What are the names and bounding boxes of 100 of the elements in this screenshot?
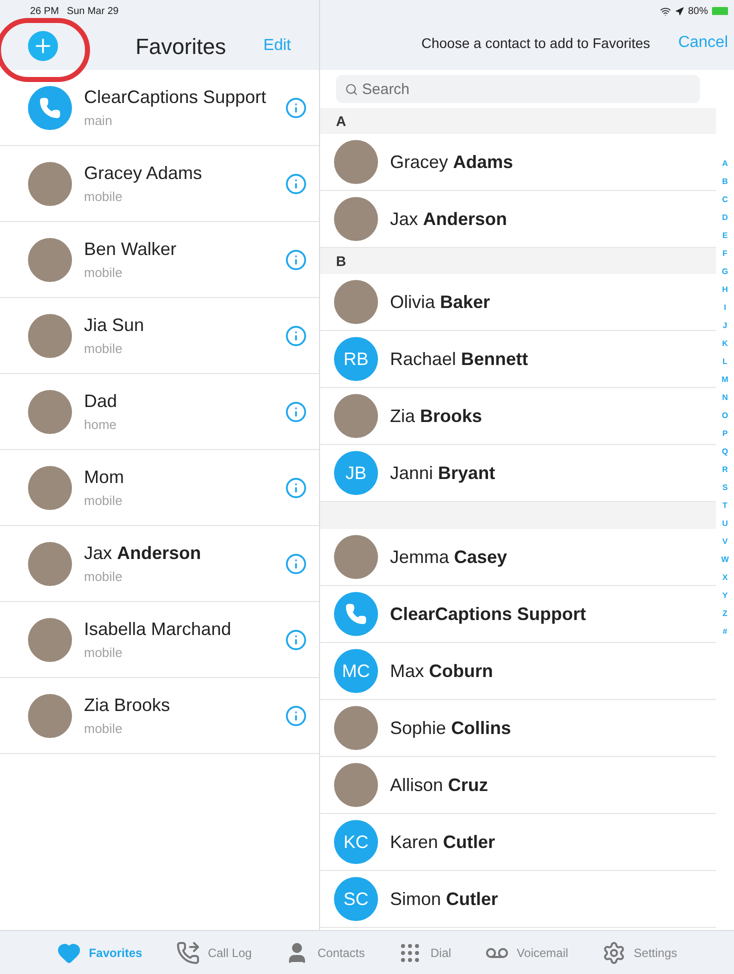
contact-detail: mobile (84, 340, 124, 358)
photo-placeholder (334, 763, 378, 807)
contact-detail: home (84, 416, 118, 434)
info-button[interactable] (285, 248, 307, 270)
info-button[interactable] (285, 476, 307, 498)
contact-row[interactable]: Sophie Collins (320, 700, 716, 757)
contact-row[interactable]: ClearCaptions Support (320, 586, 716, 643)
favorite-row[interactable]: Jia Sun mobile (0, 298, 319, 374)
favorite-row[interactable]: Isabella Marchand mobile (0, 602, 319, 678)
contact-detail: mobile (84, 644, 124, 662)
photo-placeholder (334, 535, 378, 579)
status-time: 26 PM (30, 4, 59, 18)
photo-placeholder (334, 394, 378, 438)
contact-name: Sophie Collins (390, 716, 512, 740)
contact-detail: mobile (84, 568, 124, 586)
contact-row[interactable]: Jemma Casey (320, 529, 716, 586)
contact-row[interactable]: Gracey Adams (320, 134, 716, 191)
initials-avatar: MC (334, 649, 378, 693)
index-letter[interactable]: G (722, 268, 728, 276)
contact-detail: mobile (84, 492, 124, 510)
contact-row[interactable]: SC Simon Cutler (320, 871, 716, 928)
index-letter[interactable]: C (722, 196, 728, 204)
favorite-row[interactable]: Ben Walker mobile (0, 222, 319, 298)
info-button[interactable] (285, 628, 307, 650)
phone-arrows-icon (176, 940, 200, 964)
contact-row[interactable]: Zia Brooks (320, 388, 716, 445)
index-letter[interactable]: Y (722, 592, 728, 600)
info-button[interactable] (285, 552, 307, 574)
index-letter[interactable]: E (722, 232, 728, 240)
add-button[interactable] (28, 31, 58, 61)
tab-button[interactable]: Call Log (176, 940, 252, 964)
favorite-row[interactable]: Jax Anderson mobile (0, 526, 319, 602)
search-field[interactable]: Search (336, 75, 700, 103)
photo-placeholder (28, 162, 72, 206)
favorite-row[interactable]: Zia Brooks mobile (0, 678, 319, 754)
info-button[interactable] (285, 324, 307, 346)
settings-icon (602, 940, 626, 964)
index-letter[interactable]: # (722, 628, 728, 636)
cancel-button[interactable]: Cancel (678, 31, 728, 55)
index-letter[interactable]: L (722, 358, 728, 366)
tab-button[interactable]: Settings (602, 940, 678, 964)
index-letter[interactable]: M (722, 376, 728, 384)
favorite-row[interactable]: ClearCaptions Support main (0, 70, 319, 146)
index-letter[interactable]: T (722, 502, 728, 510)
index-letter[interactable]: I (724, 304, 726, 312)
index-letter[interactable]: Q (722, 448, 728, 456)
tab-button[interactable]: Voicemail (484, 940, 568, 964)
picker-prompt: Choose a contact to add to Favorites (421, 34, 650, 52)
contact-name: Dad (84, 390, 118, 414)
index-letter[interactable]: A (722, 160, 728, 168)
contact-name: Mom (84, 466, 125, 490)
photo-placeholder (334, 706, 378, 750)
section-header: B (320, 248, 716, 274)
photo-placeholder (28, 542, 72, 586)
index-letter[interactable]: S (722, 484, 728, 492)
contact-name: Janni Bryant (390, 462, 496, 485)
contact-name: Jax Anderson (390, 208, 508, 230)
contact-detail: mobile (84, 188, 124, 206)
info-button[interactable] (285, 172, 307, 194)
info-button[interactable] (285, 400, 307, 422)
contact-name: Gracey Adams (84, 162, 204, 186)
index-letter[interactable]: H (722, 286, 728, 294)
index-letter[interactable]: K (722, 340, 728, 348)
photo-placeholder (28, 238, 72, 282)
index-letter[interactable]: V (722, 538, 728, 546)
tab-button[interactable]: Favorites (56, 940, 142, 964)
contact-detail: main (84, 112, 114, 130)
tab-button[interactable]: Contacts (285, 940, 365, 964)
index-letter[interactable]: N (722, 394, 728, 402)
contact-name: Karen Cutler (390, 830, 496, 854)
favorite-row[interactable]: Dad home (0, 374, 319, 450)
contact-row[interactable]: RB Rachael Bennett (320, 331, 716, 388)
index-letter[interactable]: J (722, 322, 728, 330)
contact-name: Rachael Bennett (390, 348, 528, 370)
info-button[interactable] (285, 96, 307, 118)
index-letter[interactable]: D (722, 214, 728, 222)
index-letter[interactable]: U (722, 520, 728, 528)
contact-row[interactable]: MC Max Coburn (320, 643, 716, 700)
info-button[interactable] (285, 704, 307, 726)
index-letter[interactable]: W (721, 556, 729, 564)
edit-button[interactable]: Edit (263, 34, 291, 58)
photo-placeholder (334, 140, 378, 184)
contact-name: Zia Brooks (84, 694, 172, 718)
photo-placeholder (28, 390, 72, 434)
favorite-row[interactable]: Gracey Adams mobile (0, 146, 319, 222)
contact-row[interactable]: Olivia Baker (320, 274, 716, 331)
index-letter[interactable]: R (722, 466, 728, 474)
index-letter[interactable]: O (722, 412, 728, 420)
tab-button[interactable]: Dial (398, 940, 452, 964)
index-letter[interactable]: F (722, 250, 728, 258)
contact-name: Allison Cruz (390, 774, 488, 796)
photo-placeholder (334, 280, 378, 324)
index-letter[interactable]: B (722, 178, 728, 186)
contact-row[interactable]: Allison Cruz (320, 757, 716, 814)
index-letter[interactable]: Z (722, 610, 728, 618)
favorite-row[interactable]: Mom mobile (0, 450, 319, 526)
contact-name: Jemma Casey (390, 546, 508, 569)
index-letter[interactable]: P (722, 430, 728, 438)
contact-row[interactable]: KC Karen Cutler (320, 814, 716, 871)
index-letter[interactable]: X (722, 574, 728, 582)
